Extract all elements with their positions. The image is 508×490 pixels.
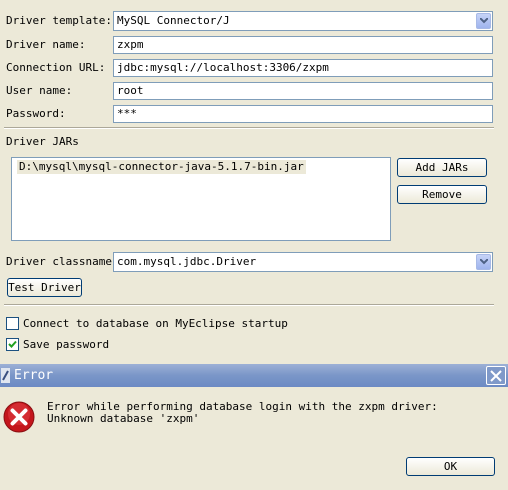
separator — [4, 304, 494, 306]
driver-classname-label: Driver classname: — [6, 255, 119, 268]
error-dialog-body: Error while performing database login wi… — [0, 387, 508, 490]
remove-button[interactable]: Remove — [397, 185, 487, 204]
password-label: Password: — [6, 107, 66, 120]
app-icon — [1, 368, 10, 383]
password-field[interactable]: *** — [113, 105, 493, 123]
list-item[interactable]: D:\mysql\mysql-connector-java-5.1.7-bin.… — [17, 160, 306, 174]
connect-on-startup-option[interactable]: Connect to database on MyEclipse startup — [6, 317, 288, 331]
error-message-line-2: Unknown database 'zxpm' — [47, 412, 200, 425]
error-icon — [3, 401, 35, 433]
error-dialog-title: Error — [14, 368, 54, 383]
driver-classname-value: com.mysql.jdbc.Driver — [117, 255, 257, 268]
close-icon[interactable] — [486, 366, 506, 385]
driver-jars-label: Driver JARs — [6, 135, 79, 148]
user-name-field[interactable]: root — [113, 82, 493, 100]
save-password-checkbox[interactable] — [6, 338, 19, 351]
driver-template-label: Driver template: — [6, 14, 112, 27]
connection-url-field[interactable]: jdbc:mysql://localhost:3306/zxpm — [113, 59, 493, 77]
driver-template-select[interactable]: MySQL Connector/J — [113, 11, 493, 31]
database-driver-window: Driver template: MySQL Connector/J Drive… — [0, 0, 508, 490]
error-dialog-title-bar[interactable]: Error — [0, 364, 508, 387]
save-password-label: Save password — [23, 338, 110, 351]
connect-on-startup-checkbox[interactable] — [6, 317, 19, 330]
ok-button[interactable]: OK — [406, 457, 495, 476]
driver-name-field[interactable]: zxpm — [113, 36, 493, 54]
separator — [4, 127, 494, 129]
driver-template-value: MySQL Connector/J — [117, 14, 230, 27]
error-message: Error while performing database login wi… — [47, 401, 438, 425]
test-driver-button[interactable]: Test Driver — [7, 278, 82, 297]
driver-jars-list[interactable]: D:\mysql\mysql-connector-java-5.1.7-bin.… — [11, 157, 391, 241]
add-jars-button[interactable]: Add JARs — [397, 158, 487, 177]
user-name-label: User name: — [6, 84, 73, 97]
driver-name-label: Driver name: — [6, 38, 86, 51]
save-password-option[interactable]: Save password — [6, 338, 109, 352]
chevron-down-icon[interactable] — [476, 13, 491, 29]
connection-url-label: Connection URL: — [6, 61, 106, 74]
chevron-down-icon[interactable] — [476, 254, 491, 270]
driver-classname-select[interactable]: com.mysql.jdbc.Driver — [113, 252, 493, 272]
connect-on-startup-label: Connect to database on MyEclipse startup — [23, 317, 288, 330]
